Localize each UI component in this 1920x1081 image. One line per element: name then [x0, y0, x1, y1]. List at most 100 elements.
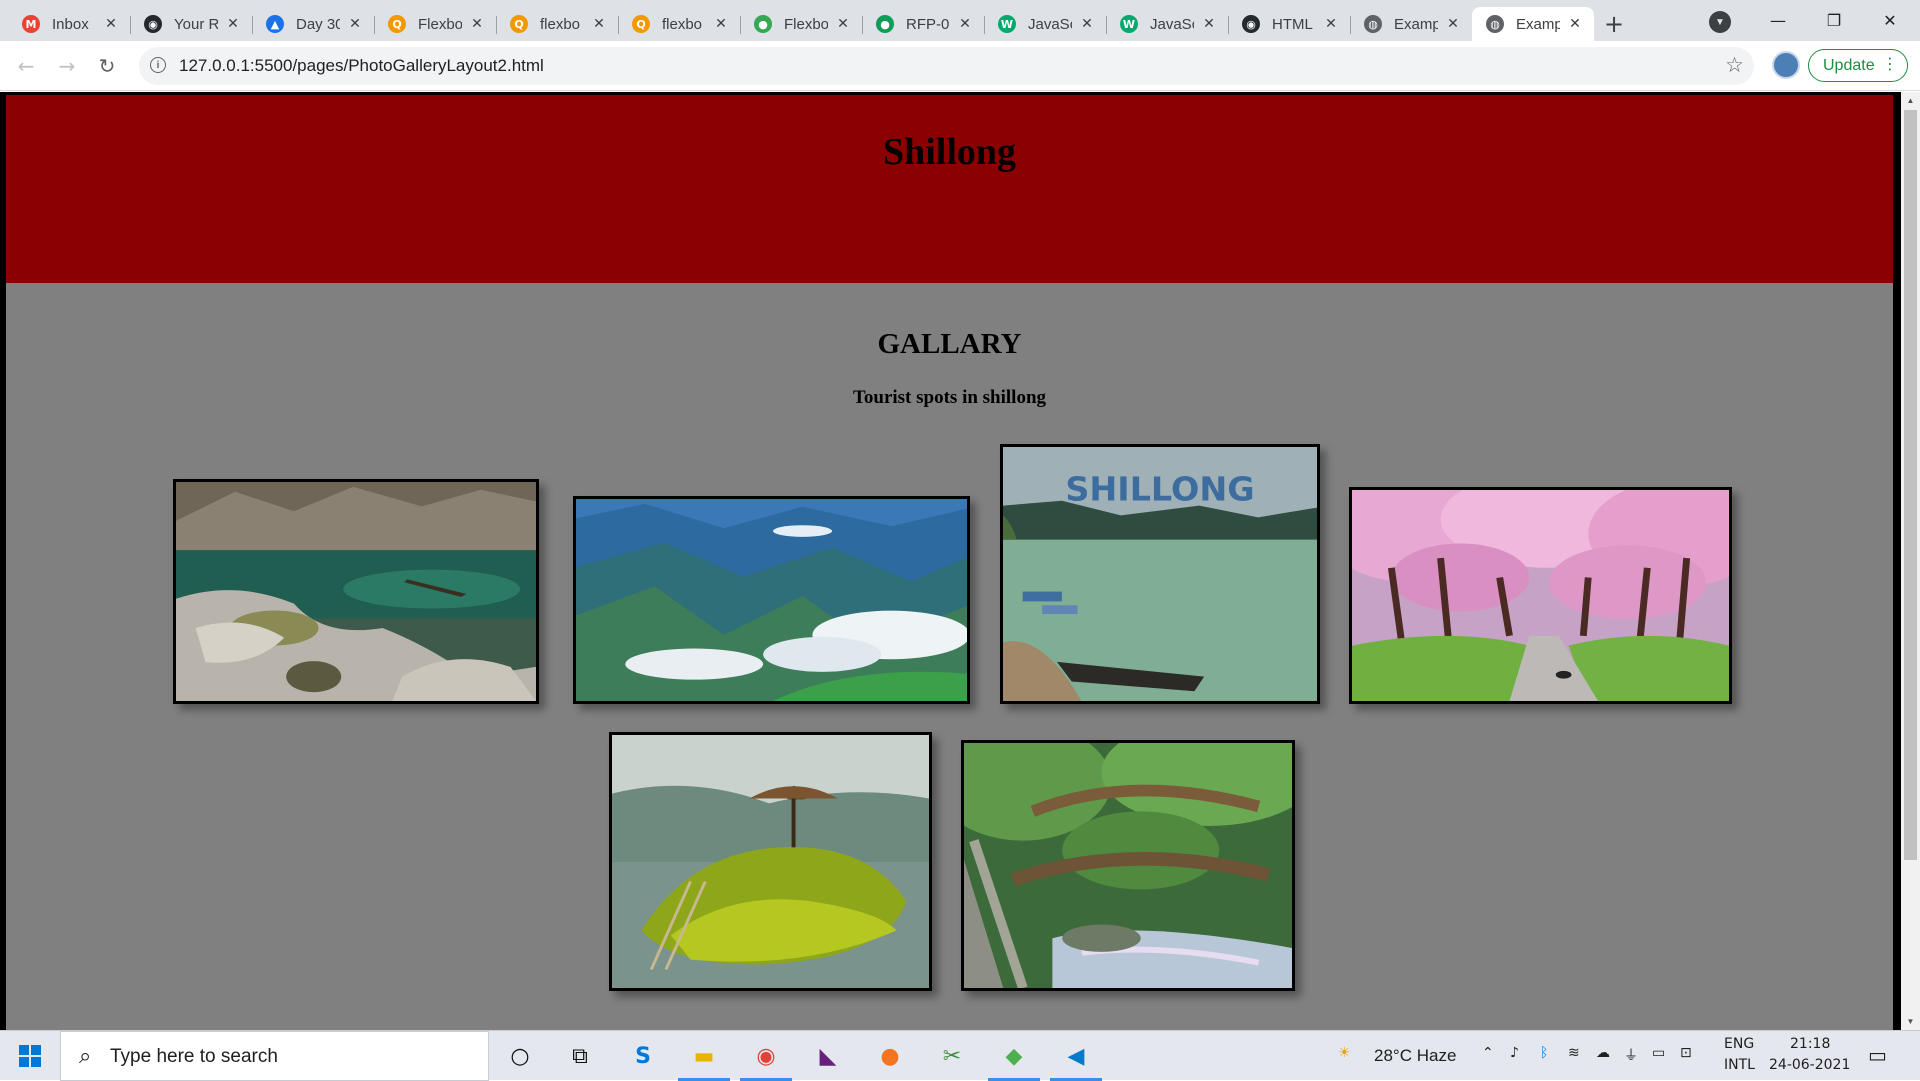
globe-icon: ◍ — [1364, 15, 1382, 33]
forward-icon[interactable]: → — [51, 50, 83, 82]
task-view-icon[interactable]: ⧉ — [560, 1039, 600, 1073]
taskbar-search-box[interactable]: ⌕ Type here to search — [60, 1031, 489, 1081]
page-scrollbar[interactable]: ▲ ▼ — [1901, 92, 1920, 1030]
gallery-page: Shillong GALLARY Tourist spots in shillo… — [6, 95, 1893, 1030]
tab-close-icon[interactable]: ✕ — [1078, 15, 1096, 33]
gmail-icon: M — [22, 15, 40, 33]
onedrive-icon[interactable]: ☁ — [1596, 1045, 1610, 1061]
vscode-icon[interactable]: ◀ — [1050, 1039, 1102, 1081]
usb-icon[interactable]: ⏚ — [1624, 1045, 1638, 1065]
gallery-subtitle: Tourist spots in shillong — [852, 387, 1047, 408]
cherry-blossom-road-photo[interactable] — [1349, 487, 1732, 704]
page-viewport: Shillong GALLARY Tourist spots in shillo… — [0, 92, 1920, 1030]
url-text[interactable]: 127.0.0.1:5500/pages/PhotoGalleryLayout2… — [179, 56, 544, 76]
search-result-icon: Q — [632, 15, 650, 33]
file-explorer-icon[interactable]: ▬ — [678, 1039, 730, 1081]
address-bar[interactable]: i 127.0.0.1:5500/pages/PhotoGalleryLayou… — [139, 47, 1754, 85]
close-window-icon[interactable]: ✕ — [1862, 0, 1918, 41]
windows-start-icon[interactable] — [0, 1031, 60, 1081]
lake-boat-photo[interactable]: SHILLONG — [1000, 444, 1320, 704]
back-icon[interactable]: ← — [10, 50, 42, 82]
tab-close-icon[interactable]: ✕ — [834, 15, 852, 33]
update-button[interactable]: Update ⋮ — [1808, 49, 1908, 82]
tab[interactable]: W JavaSc ✕ — [1106, 7, 1228, 41]
tab[interactable]: ● Flexbo ✕ — [740, 7, 862, 41]
volume-icon[interactable]: ♪ — [1510, 1045, 1519, 1061]
tab[interactable]: Q Flexbo ✕ — [374, 7, 496, 41]
tab[interactable]: ◉ HTML ✕ — [1228, 7, 1350, 41]
tab-close-icon[interactable]: ✕ — [346, 15, 364, 33]
tab-close-icon[interactable]: ✕ — [1444, 15, 1462, 33]
update-label: Update — [1823, 56, 1875, 74]
battery-icon[interactable]: ▭ — [1652, 1045, 1665, 1061]
misty-mountains-photo[interactable] — [573, 496, 970, 704]
tab[interactable]: M Inbox ✕ — [8, 7, 130, 41]
sublime-icon[interactable]: ● — [870, 1039, 910, 1073]
w3schools-icon: W — [998, 15, 1016, 33]
cortana-icon[interactable]: ○ — [500, 1039, 540, 1073]
tab-close-icon[interactable]: ✕ — [590, 15, 608, 33]
profile-avatar[interactable] — [1772, 51, 1800, 79]
scrollbar-thumb[interactable] — [1904, 110, 1917, 860]
hangouts-icon: ● — [876, 15, 894, 33]
tab-title: Flexbo — [784, 15, 828, 33]
notification-icon[interactable]: ▭ — [1868, 1043, 1887, 1067]
tab-close-icon[interactable]: ✕ — [468, 15, 486, 33]
github-icon: ◉ — [144, 15, 162, 33]
restore-icon[interactable]: ❐ — [1806, 0, 1862, 41]
clock-date[interactable]: 24-06-2021 — [1769, 1057, 1850, 1073]
network-icon[interactable]: ⊡ — [1680, 1045, 1692, 1061]
tab-title: RFP-0 — [906, 15, 950, 33]
weather-text[interactable]: 28°C Haze — [1374, 1046, 1456, 1066]
tab-close-icon[interactable]: ✕ — [1200, 15, 1218, 33]
clock-time[interactable]: 21:18 — [1790, 1036, 1830, 1052]
mossy-island-hut-photo[interactable] — [609, 732, 932, 991]
visual-studio-icon[interactable]: ◣ — [808, 1039, 848, 1073]
weather-icon[interactable]: ☀ — [1338, 1045, 1351, 1061]
tab[interactable]: ◍ Examp ✕ — [1350, 7, 1472, 41]
tab-title: flexbo — [662, 15, 703, 33]
reload-icon[interactable]: ↻ — [91, 50, 123, 82]
tray-chevron-icon[interactable]: ⌃ — [1482, 1045, 1494, 1061]
wifi-icon[interactable]: ≋ — [1568, 1045, 1580, 1061]
windows-taskbar: ⌕ Type here to search ○ ⧉ S ▬ ◉ ◣ ● ✂ ◆ … — [0, 1030, 1920, 1081]
minimize-icon[interactable]: — — [1750, 0, 1806, 41]
tab-close-icon[interactable]: ✕ — [102, 15, 120, 33]
lake-photo-overlay-text: SHILLONG — [1065, 470, 1254, 509]
chrome-icon[interactable]: ◉ — [740, 1039, 792, 1081]
scroll-down-arrow-icon[interactable]: ▼ — [1901, 1013, 1920, 1030]
site-title: Shillong — [882, 131, 1017, 173]
gallery-title: GALLARY — [877, 328, 1022, 360]
bookmark-star-icon[interactable]: ☆ — [1725, 53, 1744, 77]
tab-close-icon[interactable]: ✕ — [224, 15, 242, 33]
tab-title: Inbox — [52, 15, 89, 33]
skype-icon[interactable]: S — [623, 1039, 663, 1073]
rocky-river-photo[interactable] — [173, 479, 539, 704]
tab-close-icon[interactable]: ✕ — [956, 15, 974, 33]
menu-dots-icon[interactable]: ⋮ — [1882, 54, 1898, 73]
tab[interactable]: W JavaSc ✕ — [984, 7, 1106, 41]
tab-close-icon[interactable]: ✕ — [1566, 15, 1584, 33]
tab-title: Examp — [1516, 15, 1560, 33]
new-tab-icon[interactable]: + — [1594, 7, 1634, 41]
language-bottom[interactable]: INTL — [1724, 1057, 1755, 1073]
bluetooth-icon[interactable]: ᛒ — [1540, 1045, 1548, 1061]
site-info-icon[interactable]: i — [150, 57, 166, 73]
scroll-up-arrow-icon[interactable]: ▲ — [1901, 92, 1920, 109]
app-diamond-icon[interactable]: ◆ — [988, 1039, 1040, 1081]
tab[interactable]: ◉ Your R ✕ — [130, 7, 252, 41]
flexbox-froggy-icon: ● — [754, 15, 772, 33]
snip-tool-icon[interactable]: ✂ — [932, 1039, 972, 1073]
tab-search-icon[interactable]: ▼ — [1709, 11, 1731, 33]
tab[interactable]: Qflexbo ✕ — [496, 7, 618, 41]
language-top[interactable]: ENG — [1724, 1036, 1754, 1052]
tab-close-icon[interactable]: ✕ — [1322, 15, 1340, 33]
tab[interactable]: Qflexbo ✕ — [618, 7, 740, 41]
tab-title: JavaSc — [1150, 15, 1194, 33]
living-root-bridge-photo[interactable] — [961, 740, 1295, 991]
tab-title: Flexbo — [418, 15, 462, 33]
tab-close-icon[interactable]: ✕ — [712, 15, 730, 33]
tab[interactable]: ● RFP-0 ✕ — [862, 7, 984, 41]
tab-active[interactable]: ◍ Examp ✕ — [1472, 7, 1594, 41]
tab[interactable]: ▲ Day 30 ✕ — [252, 7, 374, 41]
